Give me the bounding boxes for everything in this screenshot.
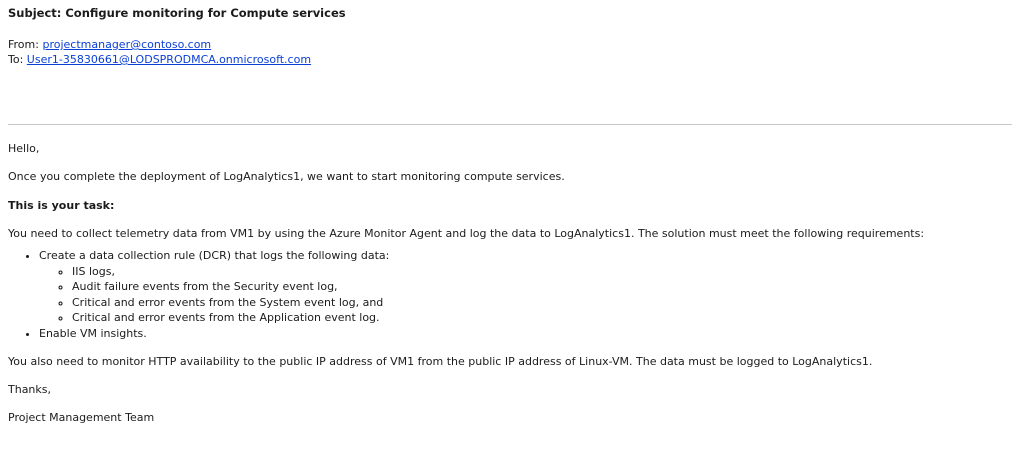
list-item: Audit failure events from the Security e… <box>72 279 1008 295</box>
email-body: Hello, Once you complete the deployment … <box>8 142 1008 425</box>
list-item: Critical and error events from the Appli… <box>72 310 1008 326</box>
task-description: You need to collect telemetry data from … <box>8 227 925 240</box>
email-subject: Subject: Configure monitoring for Comput… <box>8 6 346 20</box>
to-line: To: User1-35830661@LODSPRODMCA.onmicroso… <box>8 52 311 67</box>
email-header: From: projectmanager@contoso.com To: Use… <box>8 37 311 67</box>
requirement-dcr: Create a data collection rule (DCR) that… <box>39 249 390 262</box>
greeting: Hello, <box>8 142 40 155</box>
list-item: IIS logs, <box>72 264 1008 280</box>
list-item: Critical and error events from the Syste… <box>72 295 1008 311</box>
signature: Project Management Team <box>8 411 155 424</box>
requirement-vm-insights: Enable VM insights. <box>39 326 147 340</box>
to-address-link[interactable]: User1-35830661@LODSPRODMCA.onmicrosoft.c… <box>27 53 311 66</box>
from-address-link[interactable]: projectmanager@contoso.com <box>42 38 211 51</box>
task-heading: This is your task: <box>8 199 115 212</box>
from-line: From: projectmanager@contoso.com <box>8 37 311 52</box>
requirements-list: Create a data collection rule (DCR) that… <box>8 248 1008 341</box>
followup-paragraph: You also need to monitor HTTP availabili… <box>8 355 873 368</box>
intro-paragraph: Once you complete the deployment of LogA… <box>8 170 565 183</box>
closing: Thanks, <box>8 383 52 396</box>
dcr-data-list: IIS logs, Audit failure events from the … <box>39 264 1008 326</box>
list-item: Enable VM insights. <box>39 326 1008 342</box>
to-label: To: <box>8 53 27 66</box>
list-item: Create a data collection rule (DCR) that… <box>39 248 1008 326</box>
header-divider <box>8 124 1012 125</box>
from-label: From: <box>8 38 43 51</box>
email-view: Subject: Configure monitoring for Comput… <box>0 0 1012 469</box>
